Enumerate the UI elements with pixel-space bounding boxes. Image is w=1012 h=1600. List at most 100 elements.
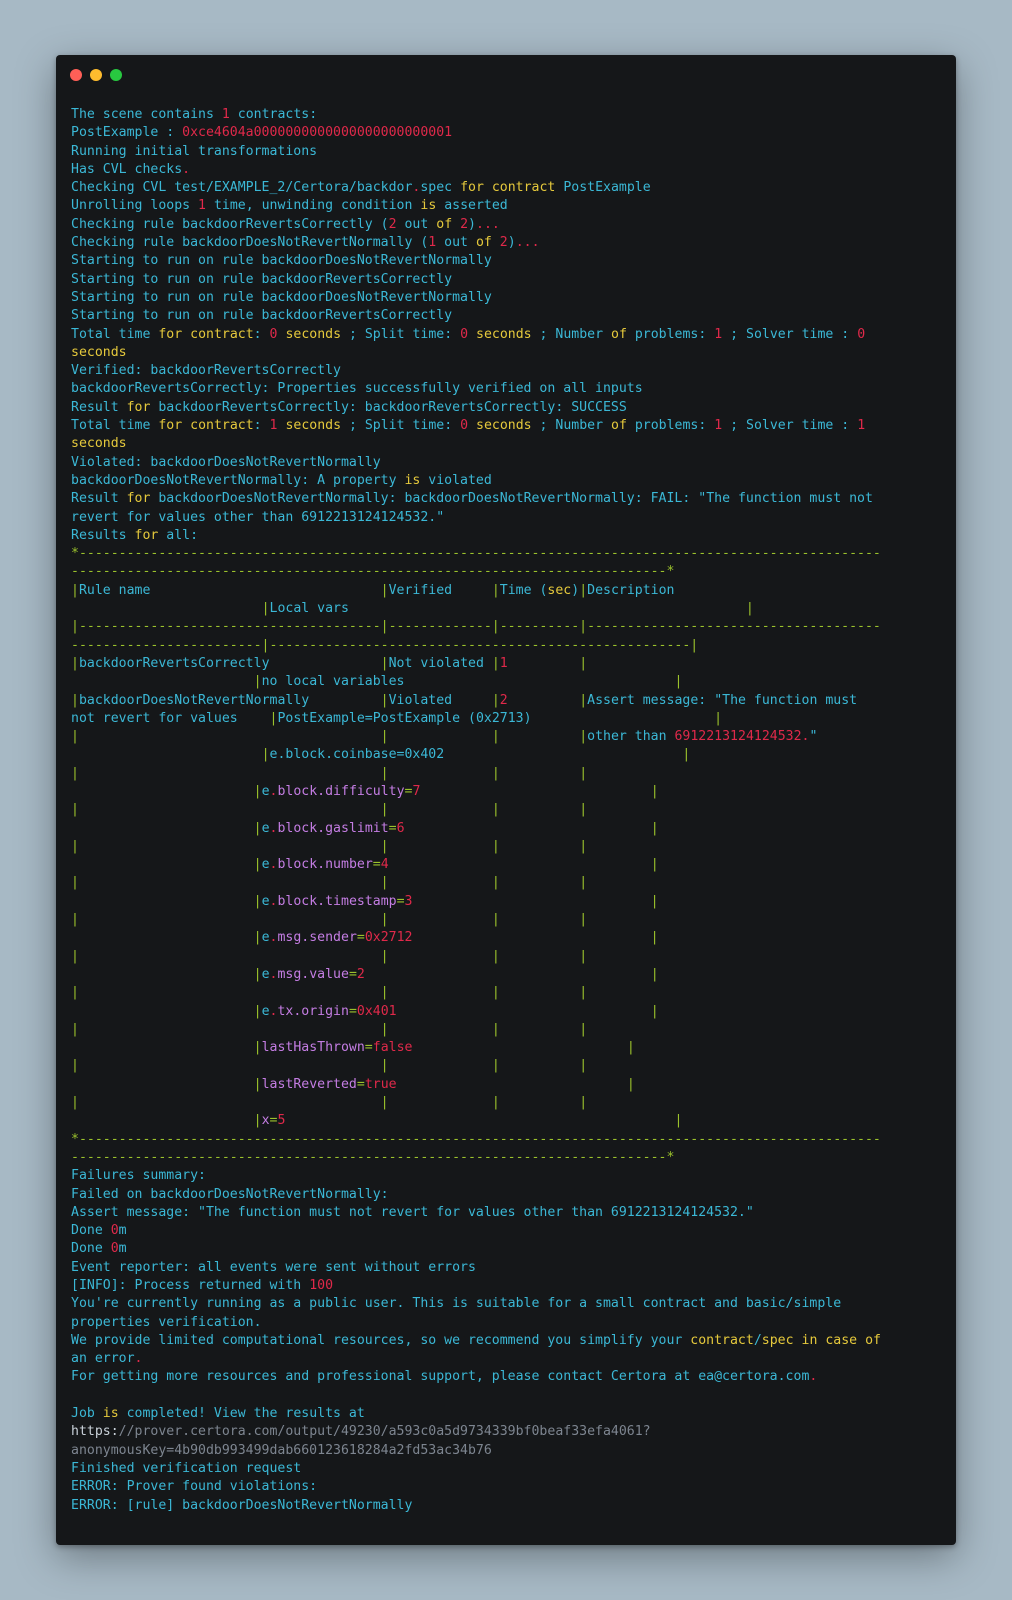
maximize-window-button[interactable] — [110, 69, 122, 81]
terminal-line: PostExample : 0xce4604a00000000000000000… — [71, 124, 943, 142]
terminal-text: | — [261, 601, 270, 617]
terminal-line: Checking rule backdoorDoesNotRevertNorma… — [71, 234, 943, 252]
terminal-text: | — [714, 710, 723, 726]
terminal-text: ; Number — [531, 326, 612, 342]
terminal-text: | — [650, 893, 659, 909]
terminal-text: 0 — [857, 326, 866, 342]
terminal-text: sec — [547, 582, 572, 598]
terminal-text: | — [674, 674, 683, 690]
terminal-text: | — [253, 1040, 262, 1056]
terminal-line: [INFO]: Process returned with 100 — [71, 1277, 943, 1295]
terminal-text: 1 — [499, 655, 508, 671]
terminal-text: Unrolling loops — [71, 198, 199, 214]
terminal-text: seconds — [71, 436, 127, 452]
terminal-line: Has CVL checks. — [71, 161, 943, 179]
terminal-text: "The function must not — [698, 491, 873, 507]
terminal-text: ... — [476, 216, 500, 232]
terminal-text: out — [396, 216, 437, 232]
terminal-text: 0x401 — [356, 1003, 397, 1019]
terminal-text: e — [261, 820, 270, 836]
terminal-text: Event reporter: all events were sent wit… — [71, 1259, 476, 1275]
terminal-line: |x=5 | — [71, 1112, 943, 1130]
terminal-text: / — [753, 1332, 762, 1348]
terminal-text: lastReverted — [261, 1076, 357, 1092]
terminal-text: 6 — [396, 820, 405, 836]
terminal-text: | — [253, 966, 262, 982]
terminal-output[interactable]: The scene contains 1 contracts: PostExamp… — [71, 106, 943, 1515]
terminal-text: | — [682, 747, 691, 763]
terminal-text: 0 — [110, 1223, 119, 1239]
terminal-text: | — [579, 655, 588, 671]
terminal-line: seconds — [71, 344, 943, 362]
terminal-line: |lastHasThrown=false | — [71, 1039, 943, 1057]
terminal-text: 0 — [110, 1241, 119, 1257]
terminal-text: 0 — [460, 418, 469, 434]
terminal-text: | — [71, 985, 79, 1001]
terminal-line: |e.block.number=4 | — [71, 856, 943, 874]
terminal-line: Starting to run on rule backdoorRevertsC… — [71, 271, 943, 289]
minimize-window-button[interactable] — [90, 69, 102, 81]
terminal-line: anonymousKey=4b90db993499dab660123618284… — [71, 1442, 943, 1460]
terminal-line: Done 0m — [71, 1240, 943, 1258]
terminal-text: = — [356, 1076, 365, 1092]
terminal-line: Total time for contract: 0 seconds ; Spl… — [71, 326, 943, 344]
terminal-text: . — [182, 161, 191, 177]
close-window-button[interactable] — [70, 69, 82, 81]
terminal-text: | — [253, 1076, 262, 1092]
terminal-text: Result — [71, 491, 127, 507]
terminal-text: e — [261, 930, 270, 946]
terminal-text: | — [491, 655, 500, 671]
terminal-text: e — [261, 783, 270, 799]
terminal-text: | — [491, 838, 500, 854]
terminal-text: Total time — [71, 418, 159, 434]
terminal-line: revert for values other than 69122131241… — [71, 509, 943, 527]
terminal-text: ) — [507, 235, 516, 251]
terminal-text: . — [134, 1351, 143, 1367]
terminal-text: ----------------------------------------… — [71, 564, 675, 580]
terminal-line: ----------------------------------------… — [71, 563, 943, 581]
terminal-text: e — [261, 966, 270, 982]
terminal-line: The scene contains 1 contracts: — [71, 106, 943, 124]
terminal-text: for — [126, 399, 151, 415]
terminal-text: 1 — [198, 198, 206, 214]
terminal-text: | — [71, 802, 79, 818]
terminal-text: Total time — [71, 326, 159, 342]
terminal-text: Assert message: "The function must — [587, 692, 858, 708]
terminal-text: | — [579, 912, 588, 928]
terminal-text: | — [579, 802, 588, 818]
terminal-text: ) — [468, 216, 476, 232]
terminal-line: Starting to run on rule backdoorRevertsC… — [71, 307, 943, 325]
terminal-text: Checking CVL test/EXAMPLE_2/Certora/back… — [71, 180, 413, 196]
terminal-text: 1 — [714, 326, 723, 342]
terminal-text: | — [380, 875, 389, 891]
terminal-text: an error — [71, 1351, 135, 1367]
terminal-text: Not violated — [388, 655, 492, 671]
terminal-text: Checking rule backdoorDoesNotRevertNorma… — [71, 235, 429, 251]
terminal-text: | — [491, 875, 500, 891]
terminal-text: Violated — [388, 692, 492, 708]
terminal-text: | — [579, 582, 588, 598]
terminal-text: | — [380, 655, 389, 671]
